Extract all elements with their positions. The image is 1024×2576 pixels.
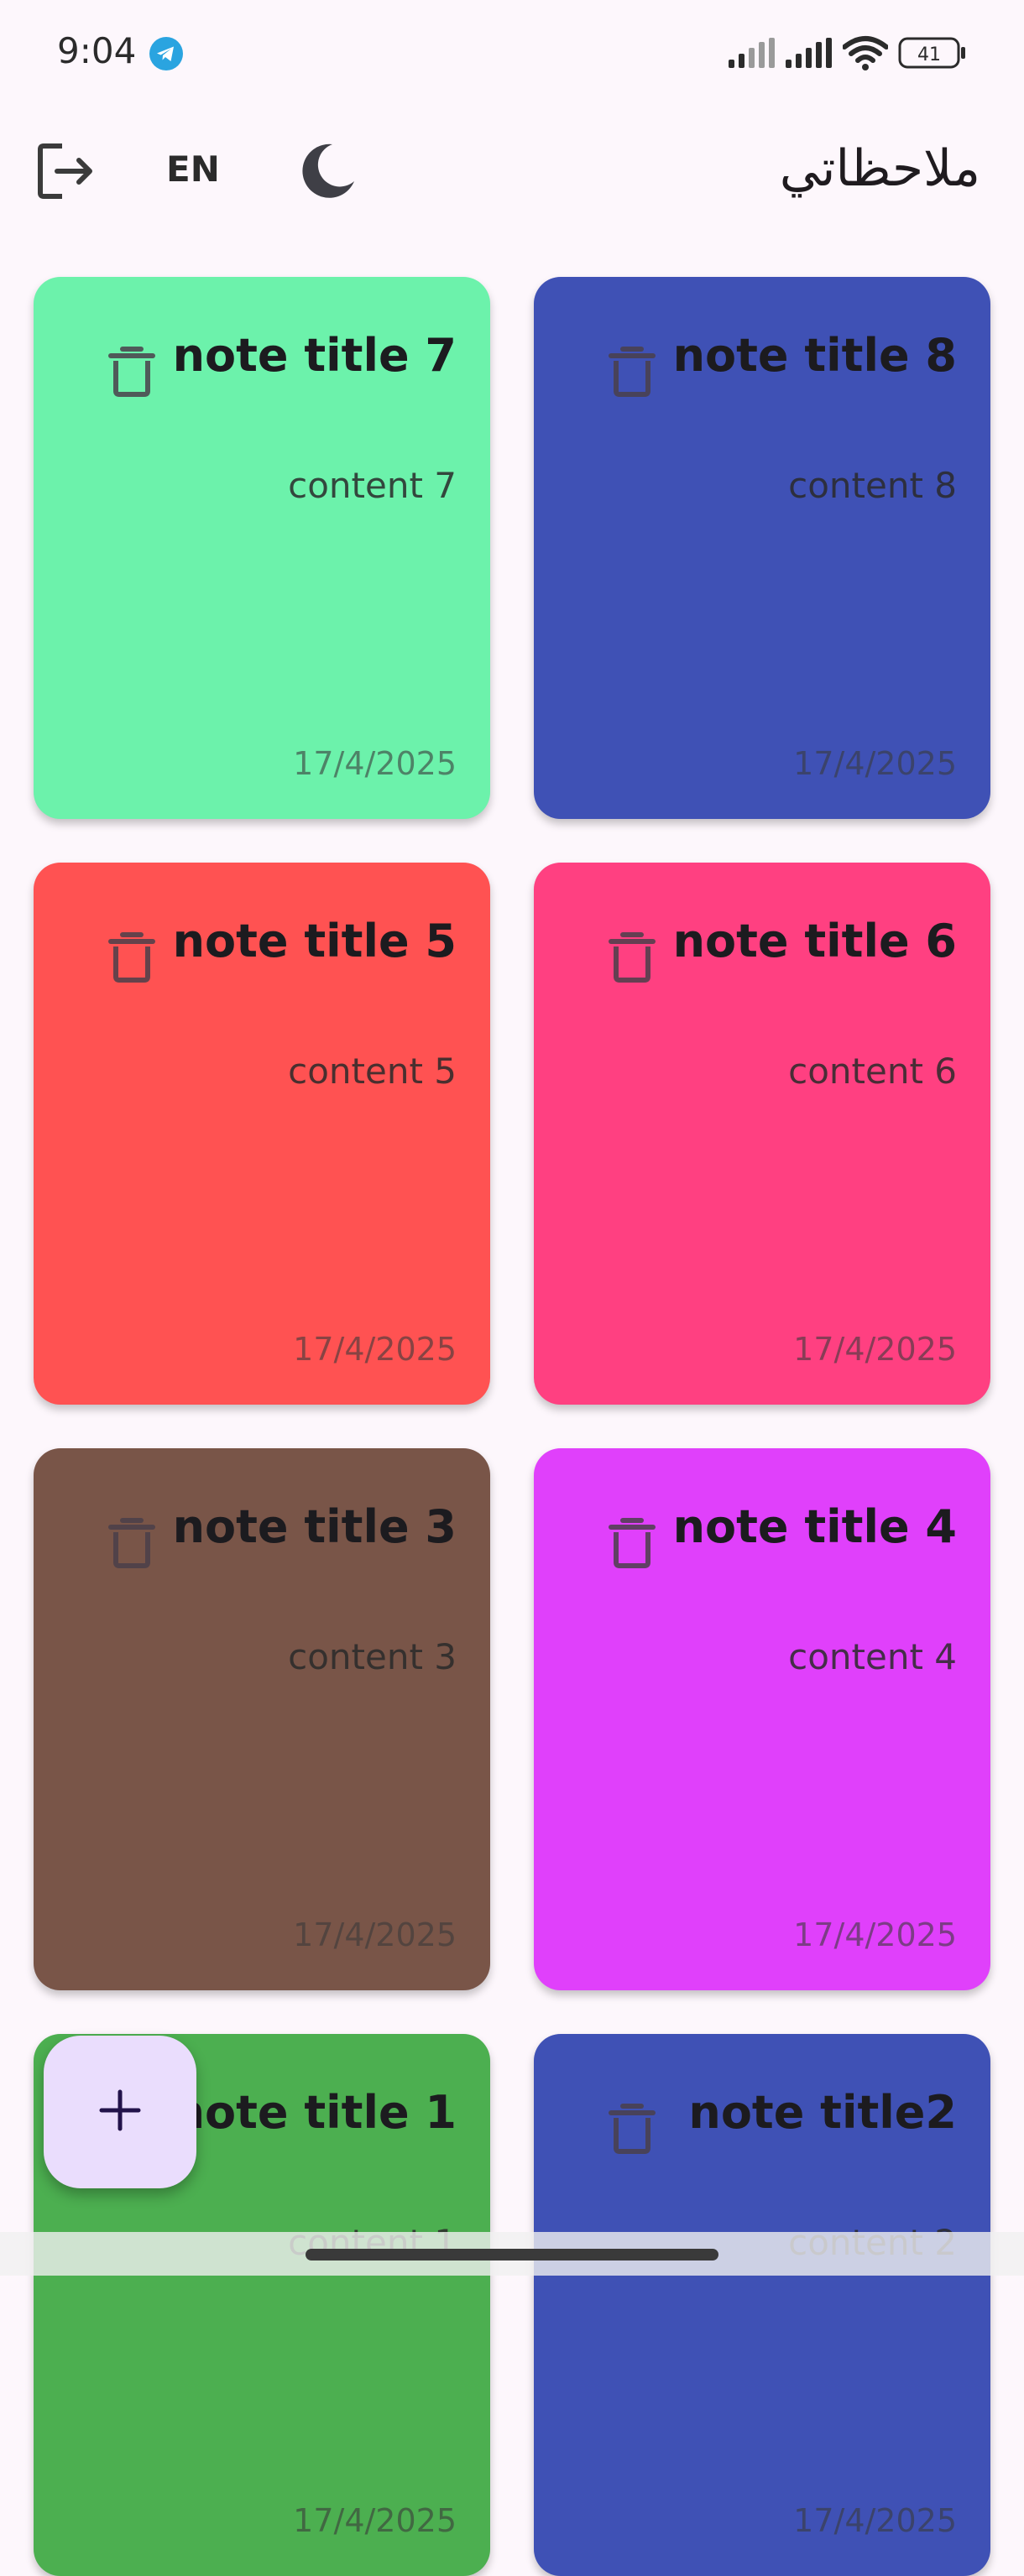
status-bar: 9:04 41 xyxy=(0,0,1024,109)
note-date: 17/4/2025 xyxy=(793,1331,957,1368)
note-content: content 8 xyxy=(788,465,957,506)
note-date: 17/4/2025 xyxy=(293,745,457,782)
note-card[interactable]: note title 8 content 8 17/4/2025 xyxy=(534,277,990,819)
signal-icon-2 xyxy=(786,38,833,68)
note-content: content 5 xyxy=(288,1051,457,1092)
note-content: content 6 xyxy=(788,1051,957,1092)
app-bar: EN ملاحظاتي xyxy=(0,126,1024,218)
note-card[interactable]: note title2content 217/4/2025 xyxy=(534,2034,990,2576)
trash-icon[interactable] xyxy=(107,930,156,983)
note-card[interactable]: note title 3 content 3 17/4/2025 xyxy=(34,1448,490,1990)
trash-icon[interactable] xyxy=(107,1515,156,1569)
note-card[interactable]: note title 5 content 5 17/4/2025 xyxy=(34,863,490,1405)
note-card[interactable]: note title 6 content 6 17/4/2025 xyxy=(534,863,990,1405)
signal-icon xyxy=(729,38,776,68)
add-note-button[interactable] xyxy=(44,2036,196,2188)
note-title: note title 6 xyxy=(672,915,957,967)
status-time: 9:04 xyxy=(57,30,137,71)
note-content: content 7 xyxy=(288,465,457,506)
note-title: note title 8 xyxy=(672,329,957,382)
note-date: 17/4/2025 xyxy=(293,1331,457,1368)
trash-icon[interactable] xyxy=(107,344,156,398)
note-title: note title 7 xyxy=(172,329,457,382)
note-date: 17/4/2025 xyxy=(793,745,957,782)
note-content: content 3 xyxy=(288,1636,457,1677)
note-date: 17/4/2025 xyxy=(293,1916,457,1953)
note-date: 17/4/2025 xyxy=(793,2502,957,2539)
trash-icon[interactable] xyxy=(608,2101,656,2155)
moon-icon[interactable] xyxy=(295,139,359,203)
language-toggle-button[interactable]: EN xyxy=(166,144,220,195)
battery-level: 41 xyxy=(917,44,941,65)
note-title: note title 3 xyxy=(172,1500,457,1553)
note-title: note title2 xyxy=(688,2086,957,2139)
trash-icon[interactable] xyxy=(608,344,656,398)
note-card[interactable]: note title 4 content 4 17/4/2025 xyxy=(534,1448,990,1990)
page-title: ملاحظاتي xyxy=(779,139,980,198)
trash-icon[interactable] xyxy=(608,1515,656,1569)
note-date: 17/4/2025 xyxy=(293,2502,457,2539)
note-date: 17/4/2025 xyxy=(793,1916,957,1953)
plus-icon xyxy=(97,2087,144,2137)
note-card[interactable]: note title 7 content 7 17/4/2025 xyxy=(34,277,490,819)
note-content: content 4 xyxy=(788,1636,957,1677)
wifi-icon xyxy=(843,35,888,70)
trash-icon[interactable] xyxy=(608,930,656,983)
note-title: note title 1 xyxy=(172,2086,457,2139)
telegram-icon xyxy=(149,37,183,70)
home-indicator[interactable] xyxy=(306,2249,718,2261)
note-title: note title 5 xyxy=(172,915,457,967)
note-title: note title 4 xyxy=(672,1500,957,1553)
battery-icon: 41 xyxy=(898,37,967,69)
logout-icon[interactable] xyxy=(34,138,101,205)
